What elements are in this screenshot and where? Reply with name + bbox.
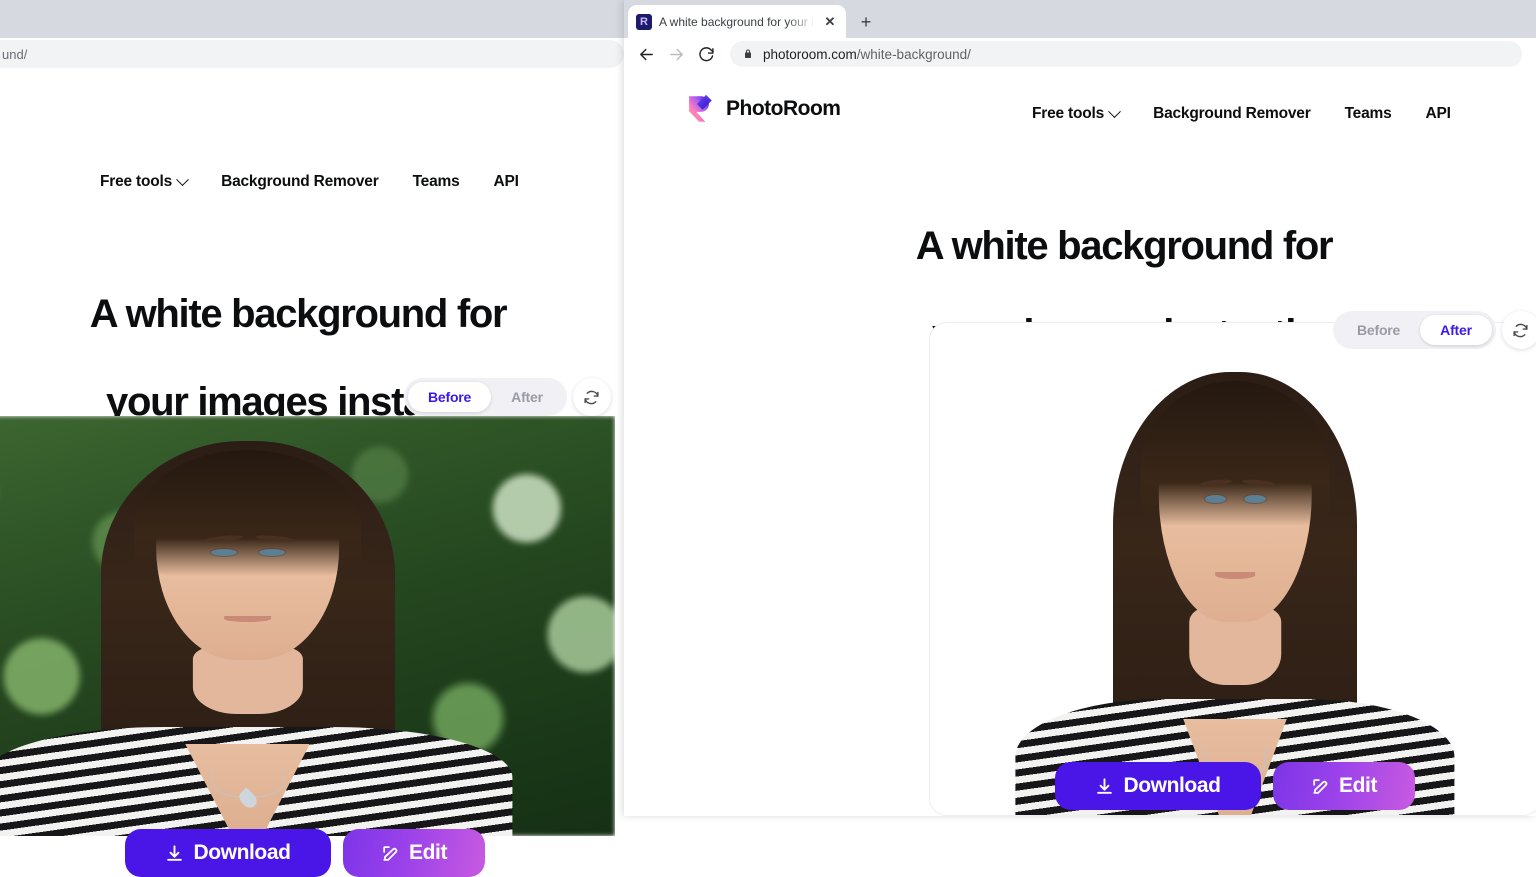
fg-nav-item-api-label: API [1425, 105, 1451, 122]
background-toggle-after[interactable]: After [491, 382, 563, 412]
nav-item-free-tools[interactable]: Free tools [100, 172, 189, 191]
heading-line-1: A white background for [915, 224, 1334, 268]
background-edit-button[interactable]: Edit [343, 829, 485, 877]
toggle-before[interactable]: Before [1337, 315, 1420, 345]
background-site-nav: Free tools Background Remover Teams API [100, 160, 519, 204]
nav-item-free-tools-label: Free tools [100, 173, 173, 190]
before-after-toggle: Before After [1333, 311, 1536, 349]
nav-item-teams-label: Teams [412, 173, 460, 190]
site-nav: Free tools Background Remover Teams API [1032, 92, 1451, 136]
edit-button[interactable]: Edit [1273, 762, 1415, 810]
preview-image [930, 323, 1536, 815]
eye-right [258, 548, 285, 556]
background-swap-button[interactable] [572, 378, 611, 416]
nav-item-teams[interactable]: Teams [413, 173, 460, 191]
photoroom-r-logo-glyph [689, 94, 712, 122]
fg-nav-item-free-tools-label: Free tools [1032, 105, 1105, 122]
fg-nav-item-api[interactable]: API [1426, 105, 1451, 123]
nav-item-api-label: API [493, 173, 519, 190]
download-label: Download [1123, 774, 1221, 797]
fg-nav-item-free-tools[interactable]: Free tools [1032, 104, 1121, 123]
background-toggle-before[interactable]: Before [408, 382, 492, 412]
brand-name: PhotoRoom [726, 97, 841, 120]
photoroom-r-logo [682, 92, 716, 126]
close-icon[interactable]: ✕ [822, 14, 838, 30]
swap-button[interactable] [1501, 311, 1536, 349]
download-icon [167, 844, 183, 861]
brand-logo[interactable]: PhotoRoom [682, 92, 841, 126]
back-button[interactable] [632, 40, 660, 68]
background-nav-links: Free tools Background Remover Teams API [100, 172, 519, 191]
background-omnibox-text: und/ [2, 46, 28, 62]
nav-item-background-remover-label: Background Remover [221, 173, 379, 190]
toggle-group: Before After [1333, 311, 1496, 349]
fg-nav-item-teams-label: Teams [1344, 105, 1392, 122]
action-buttons: Download Edit [1055, 762, 1415, 810]
swap-icon [584, 390, 599, 404]
background-preview-image [0, 416, 615, 836]
mouth [1215, 571, 1255, 580]
download-icon [1097, 777, 1113, 794]
arrow-right-icon [669, 48, 683, 60]
background-page-content: Free tools Background Remover Teams API … [0, 68, 624, 877]
edit-label: Edit [1338, 774, 1378, 797]
page-content: PhotoRoom Free tools Background Remover … [624, 70, 1536, 816]
address-bar[interactable]: photoroom.com/white-background/ [730, 41, 1522, 67]
swap-icon [1513, 323, 1528, 337]
forward-button[interactable] [662, 40, 690, 68]
background-tabstrip [0, 0, 624, 38]
background-action-buttons: Download Edit [125, 829, 485, 877]
fg-nav-item-teams[interactable]: Teams [1345, 105, 1392, 123]
preview-card [929, 322, 1536, 816]
browser-tab[interactable]: R A white background for your ima ✕ [628, 5, 846, 38]
background-before-after-toggle: Before After [404, 378, 611, 416]
reload-button[interactable] [692, 40, 720, 68]
background-preview-card [0, 416, 615, 836]
background-toggle-group: Before After [404, 378, 567, 416]
chevron-down-icon [1108, 104, 1121, 118]
address-bar-url: photoroom.com/white-background/ [763, 47, 971, 62]
favicon-icon: R [636, 13, 652, 30]
fg-nav-item-background-remover[interactable]: Background Remover [1153, 105, 1311, 123]
download-button[interactable]: Download [1055, 762, 1261, 810]
mouth [223, 615, 272, 623]
url-host: photoroom.com [763, 46, 857, 62]
background-edit-label: Edit [408, 841, 448, 864]
reload-icon [698, 46, 714, 61]
arrow-left-icon [639, 48, 653, 60]
nav-item-background-remover[interactable]: Background Remover [221, 173, 379, 191]
chevron-down-icon [176, 172, 189, 186]
foreground-browser-window: R A white background for your ima ✕ + ph… [624, 0, 1536, 816]
toggle-after[interactable]: After [1420, 315, 1492, 345]
browser-tab-title: A white background for your ima [659, 14, 815, 29]
browser-toolbar: photoroom.com/white-background/ [624, 38, 1536, 70]
portrait-subject-cutout [930, 343, 1536, 815]
background-heading-line-1: A white background for [89, 292, 508, 336]
background-download-label: Download [193, 841, 291, 864]
background-download-button[interactable]: Download [125, 829, 331, 877]
plus-icon[interactable]: + [854, 10, 878, 34]
fg-nav-item-background-remover-label: Background Remover [1153, 105, 1311, 122]
url-path: /white-background/ [856, 46, 971, 62]
lock-icon [745, 49, 751, 58]
portrait-subject [0, 416, 615, 836]
nav-links: Free tools Background Remover Teams API [1032, 104, 1451, 123]
nav-item-api[interactable]: API [494, 173, 519, 191]
background-omnibox[interactable]: und/ [0, 40, 624, 68]
edit-pencil-icon [1313, 778, 1328, 794]
edit-pencil-icon [383, 845, 398, 861]
eye-left [210, 548, 238, 556]
